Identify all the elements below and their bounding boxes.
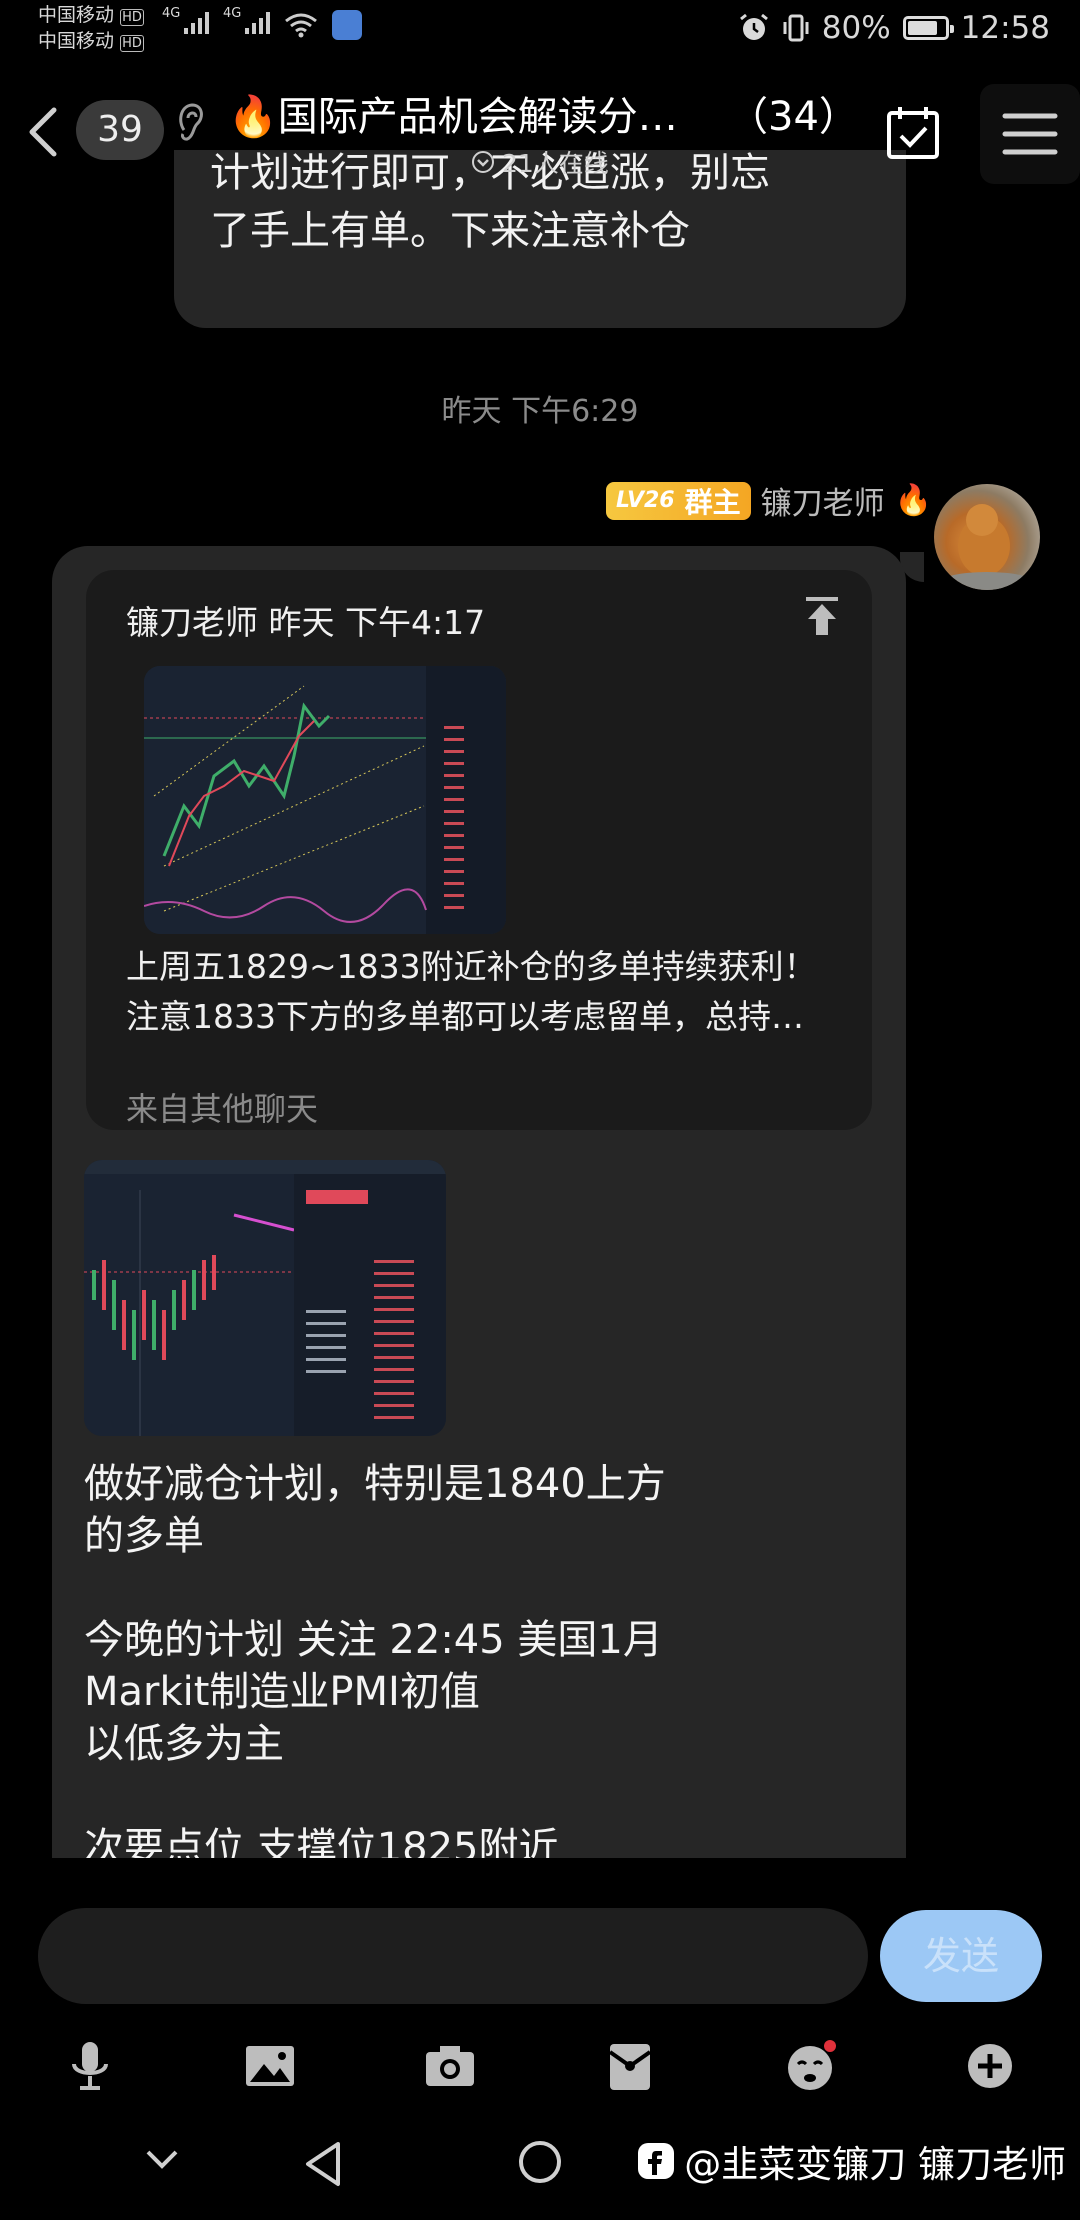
quote-header: 镰刀老师 昨天 下午4:17 bbox=[126, 603, 486, 642]
flame-icon: 🔥 bbox=[894, 483, 932, 518]
watermark-text: @韭菜变镰刀 镰刀老师 bbox=[684, 2143, 1066, 2186]
status-bar: 中国移动 HD 中国移动 HD 4G 4G 80% 12:58 bbox=[0, 0, 1080, 64]
quoted-message-text: 上周五1829~1833附近补仓的多单持续获利！ 注意1833下方的多单都可以考… bbox=[126, 942, 846, 1042]
message-timestamp: 昨天 下午6:29 bbox=[441, 394, 639, 429]
input-area: 发送 @韭菜变镰刀 镰刀老师 bbox=[0, 1858, 1080, 2220]
message-text: 做好减仓计划，特别是1840上方 的多单 今晚的计划 关注 22:45 美国1月… bbox=[84, 1458, 864, 1858]
chat-title[interactable]: 🔥国际产品机会解读分… bbox=[228, 84, 728, 142]
chevron-down-circle-icon bbox=[472, 151, 494, 173]
nav-home-icon[interactable] bbox=[516, 2138, 564, 2186]
sender-name[interactable]: 镰刀老师 bbox=[761, 478, 885, 523]
quote-line: 上周五1829~1833附近补仓的多单持续获利！ bbox=[126, 947, 817, 986]
vibrate-icon bbox=[783, 14, 809, 42]
back-arrow-icon[interactable] bbox=[18, 102, 68, 162]
sender-avatar[interactable] bbox=[934, 484, 1040, 590]
quote-line: 注意1833下方的多单都可以考虑留单，总持… bbox=[126, 997, 804, 1036]
trading-screenshot-thumbnail bbox=[84, 1160, 446, 1436]
member-count[interactable]: （34） bbox=[728, 84, 878, 142]
battery-fill bbox=[907, 21, 937, 35]
candlestick-chart-thumbnail bbox=[144, 666, 506, 934]
signal-icon: 4G bbox=[223, 6, 270, 38]
hd-label: HD bbox=[120, 35, 144, 52]
image-icon[interactable] bbox=[242, 2038, 298, 2094]
chat-header: 39 🔥国际产品机会解读分… （34） 21人在线 bbox=[0, 64, 1080, 200]
online-count-text: 21人在线 bbox=[502, 149, 609, 178]
quoted-chart-image[interactable] bbox=[144, 666, 506, 934]
emoji-icon[interactable] bbox=[782, 2038, 838, 2094]
quoted-message[interactable]: 镰刀老师 昨天 下午4:17 上周五1829~1833附近补仓的多单持续获利！ … bbox=[86, 570, 872, 1130]
nav-collapse-icon[interactable] bbox=[140, 2138, 184, 2182]
signal-icon: 4G bbox=[162, 6, 209, 38]
camera-icon[interactable] bbox=[422, 2038, 478, 2094]
ear-icon[interactable] bbox=[176, 100, 206, 144]
attached-chart-image[interactable] bbox=[84, 1160, 446, 1436]
alarm-icon bbox=[739, 13, 768, 40]
message-line: 以低多为主 bbox=[84, 1721, 284, 1767]
watermark: @韭菜变镰刀 镰刀老师 bbox=[636, 2134, 1066, 2188]
level-badge: LV26 群主 bbox=[605, 481, 751, 520]
message-line: Markit制造业PMI初值 bbox=[84, 1669, 480, 1715]
message-bubble[interactable]: 镰刀老师 昨天 下午4:17 上周五1829~1833附近补仓的多单持续获利！ … bbox=[52, 546, 906, 1858]
role-label: 群主 bbox=[684, 485, 741, 519]
sender-info: LV26 群主 镰刀老师 🔥 bbox=[605, 478, 932, 523]
message-line: 次要点位 支撑位1825附近 bbox=[84, 1825, 559, 1858]
menu-button[interactable] bbox=[980, 84, 1080, 184]
signal-group: 4G 4G bbox=[162, 6, 362, 40]
app-notification-icon bbox=[332, 10, 362, 40]
wifi-icon bbox=[285, 13, 317, 38]
calendar-check-icon[interactable] bbox=[884, 104, 942, 162]
hd-label: HD bbox=[120, 9, 144, 26]
message-input[interactable] bbox=[38, 1908, 868, 2004]
quote-source: 来自其他聊天 bbox=[126, 1090, 319, 1128]
red-packet-icon[interactable] bbox=[602, 2038, 658, 2094]
carrier-name: 中国移动 bbox=[38, 30, 115, 52]
battery-percent: 80% bbox=[821, 10, 891, 46]
carrier-line-1: 中国移动 HD bbox=[38, 2, 144, 31]
hamburger-menu-icon bbox=[1002, 113, 1058, 155]
plus-icon[interactable] bbox=[962, 2038, 1018, 2094]
battery-icon bbox=[902, 16, 954, 40]
avatar-image bbox=[941, 504, 1033, 590]
send-button[interactable]: 发送 bbox=[880, 1910, 1042, 2002]
message-line: 做好减仓计划，特别是1840上方 bbox=[84, 1461, 666, 1507]
unread-count-badge[interactable]: 39 bbox=[76, 100, 164, 160]
status-right: 80% 12:58 bbox=[738, 10, 1050, 46]
message-line: 了手上有单。下来注意补仓 bbox=[210, 208, 690, 254]
clock: 12:58 bbox=[960, 10, 1050, 46]
microphone-icon[interactable] bbox=[62, 2038, 118, 2094]
nav-back-icon[interactable] bbox=[300, 2138, 346, 2190]
network-type: 4G bbox=[162, 6, 181, 21]
pin-to-top-icon[interactable] bbox=[802, 594, 842, 638]
online-status: 21人在线 bbox=[470, 144, 609, 180]
network-type: 4G bbox=[223, 6, 242, 21]
watermark-logo-icon bbox=[638, 2143, 675, 2179]
message-line: 今晚的计划 关注 22:45 美国1月 bbox=[84, 1617, 663, 1663]
level-label: LV26 bbox=[615, 488, 675, 513]
carrier-name: 中国移动 bbox=[38, 4, 115, 26]
carrier-line-2: 中国移动 HD bbox=[38, 28, 144, 57]
message-line: 的多单 bbox=[84, 1513, 204, 1559]
